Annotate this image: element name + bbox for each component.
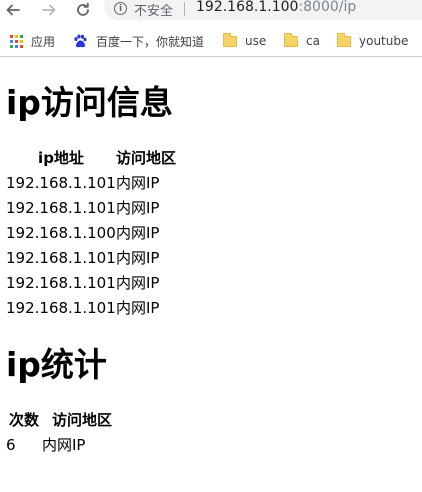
cell-region: 内网IP [116, 249, 160, 267]
table-row: 192.168.1.101 内网IP [6, 296, 206, 321]
cell-region: 内网IP [42, 436, 86, 454]
table-header-row: ip地址 访问地区 [6, 146, 206, 171]
table-row: 192.168.1.101 内网IP [6, 196, 206, 221]
bookmark-baidu[interactable]: 百度一下，你就知道 [72, 33, 204, 49]
info-icon[interactable]: i [114, 2, 127, 15]
reload-button[interactable] [72, 0, 94, 20]
cell-region: 内网IP [116, 174, 160, 192]
address-divider [184, 2, 185, 16]
folder-icon [223, 32, 237, 47]
column-header-region: 访问地区 [51, 411, 112, 429]
apps-grid-icon [10, 34, 23, 48]
bookmark-label: 百度一下，你就知道 [96, 34, 205, 49]
address-bar[interactable]: i 不安全 192.168.1.100:8000/ip [104, 0, 422, 20]
table-row: 192.168.1.100 内网IP [6, 221, 206, 246]
table-row: 192.168.1.101 内网IP [6, 271, 206, 296]
table-header-row: 次数 访问地区 [6, 408, 122, 433]
cell-ip: 192.168.1.101 [6, 274, 116, 292]
cell-region: 内网IP [116, 224, 160, 242]
column-header-region: 访问地区 [116, 149, 177, 167]
bookmark-label: use [245, 34, 267, 48]
table-row: 192.168.1.101 内网IP [6, 171, 206, 196]
arrow-left-icon [6, 4, 20, 16]
cell-ip: 192.168.1.101 [6, 249, 116, 267]
access-table: ip地址 访问地区 192.168.1.101 内网IP 192.168.1.1… [6, 146, 206, 321]
url-host: 192.168.1.100 [196, 0, 299, 15]
back-button[interactable] [2, 0, 24, 20]
stats-table: 次数 访问地区 6 内网IP [6, 408, 122, 458]
bookmark-folder-ca[interactable]: ca [284, 32, 320, 49]
column-header-count: 次数 [8, 411, 39, 429]
bookmark-folder-youtube[interactable]: youtube [337, 32, 409, 49]
column-header-ip: ip地址 [38, 149, 84, 167]
bookmark-label: 应用 [31, 34, 56, 49]
cell-ip: 192.168.1.101 [6, 299, 116, 317]
cell-count: 6 [6, 436, 16, 454]
bookmarks-bar: 应用 百度一下，你就知道 use ca youtube [0, 26, 422, 57]
page-title-access: ip访问信息 [6, 83, 173, 122]
bookmark-label: youtube [359, 34, 409, 48]
table-row: 192.168.1.101 内网IP [6, 246, 206, 271]
reload-icon [77, 2, 89, 16]
browser-toolbar: i 不安全 192.168.1.100:8000/ip [0, 0, 422, 26]
cell-ip: 192.168.1.101 [6, 174, 116, 192]
cell-region: 内网IP [116, 199, 160, 217]
bookmark-folder-use[interactable]: use [223, 32, 267, 49]
cell-region: 内网IP [116, 299, 160, 317]
cell-ip: 192.168.1.101 [6, 199, 116, 217]
arrow-right-icon [42, 4, 56, 16]
table-row: 6 内网IP [6, 433, 122, 458]
bookmark-label: ca [306, 34, 320, 48]
baidu-paw-icon [74, 34, 87, 48]
security-label[interactable]: 不安全 [134, 0, 173, 19]
folder-icon [337, 32, 351, 47]
cell-ip: 192.168.1.100 [6, 224, 116, 242]
folder-icon [284, 32, 298, 47]
url-text[interactable]: 192.168.1.100:8000/ip [196, 0, 356, 15]
cell-region: 内网IP [116, 274, 160, 292]
url-path: :8000/ip [298, 0, 357, 15]
bookmark-apps[interactable]: 应用 [10, 33, 55, 49]
forward-button[interactable] [38, 0, 60, 20]
page-title-stats: ip统计 [6, 345, 107, 384]
